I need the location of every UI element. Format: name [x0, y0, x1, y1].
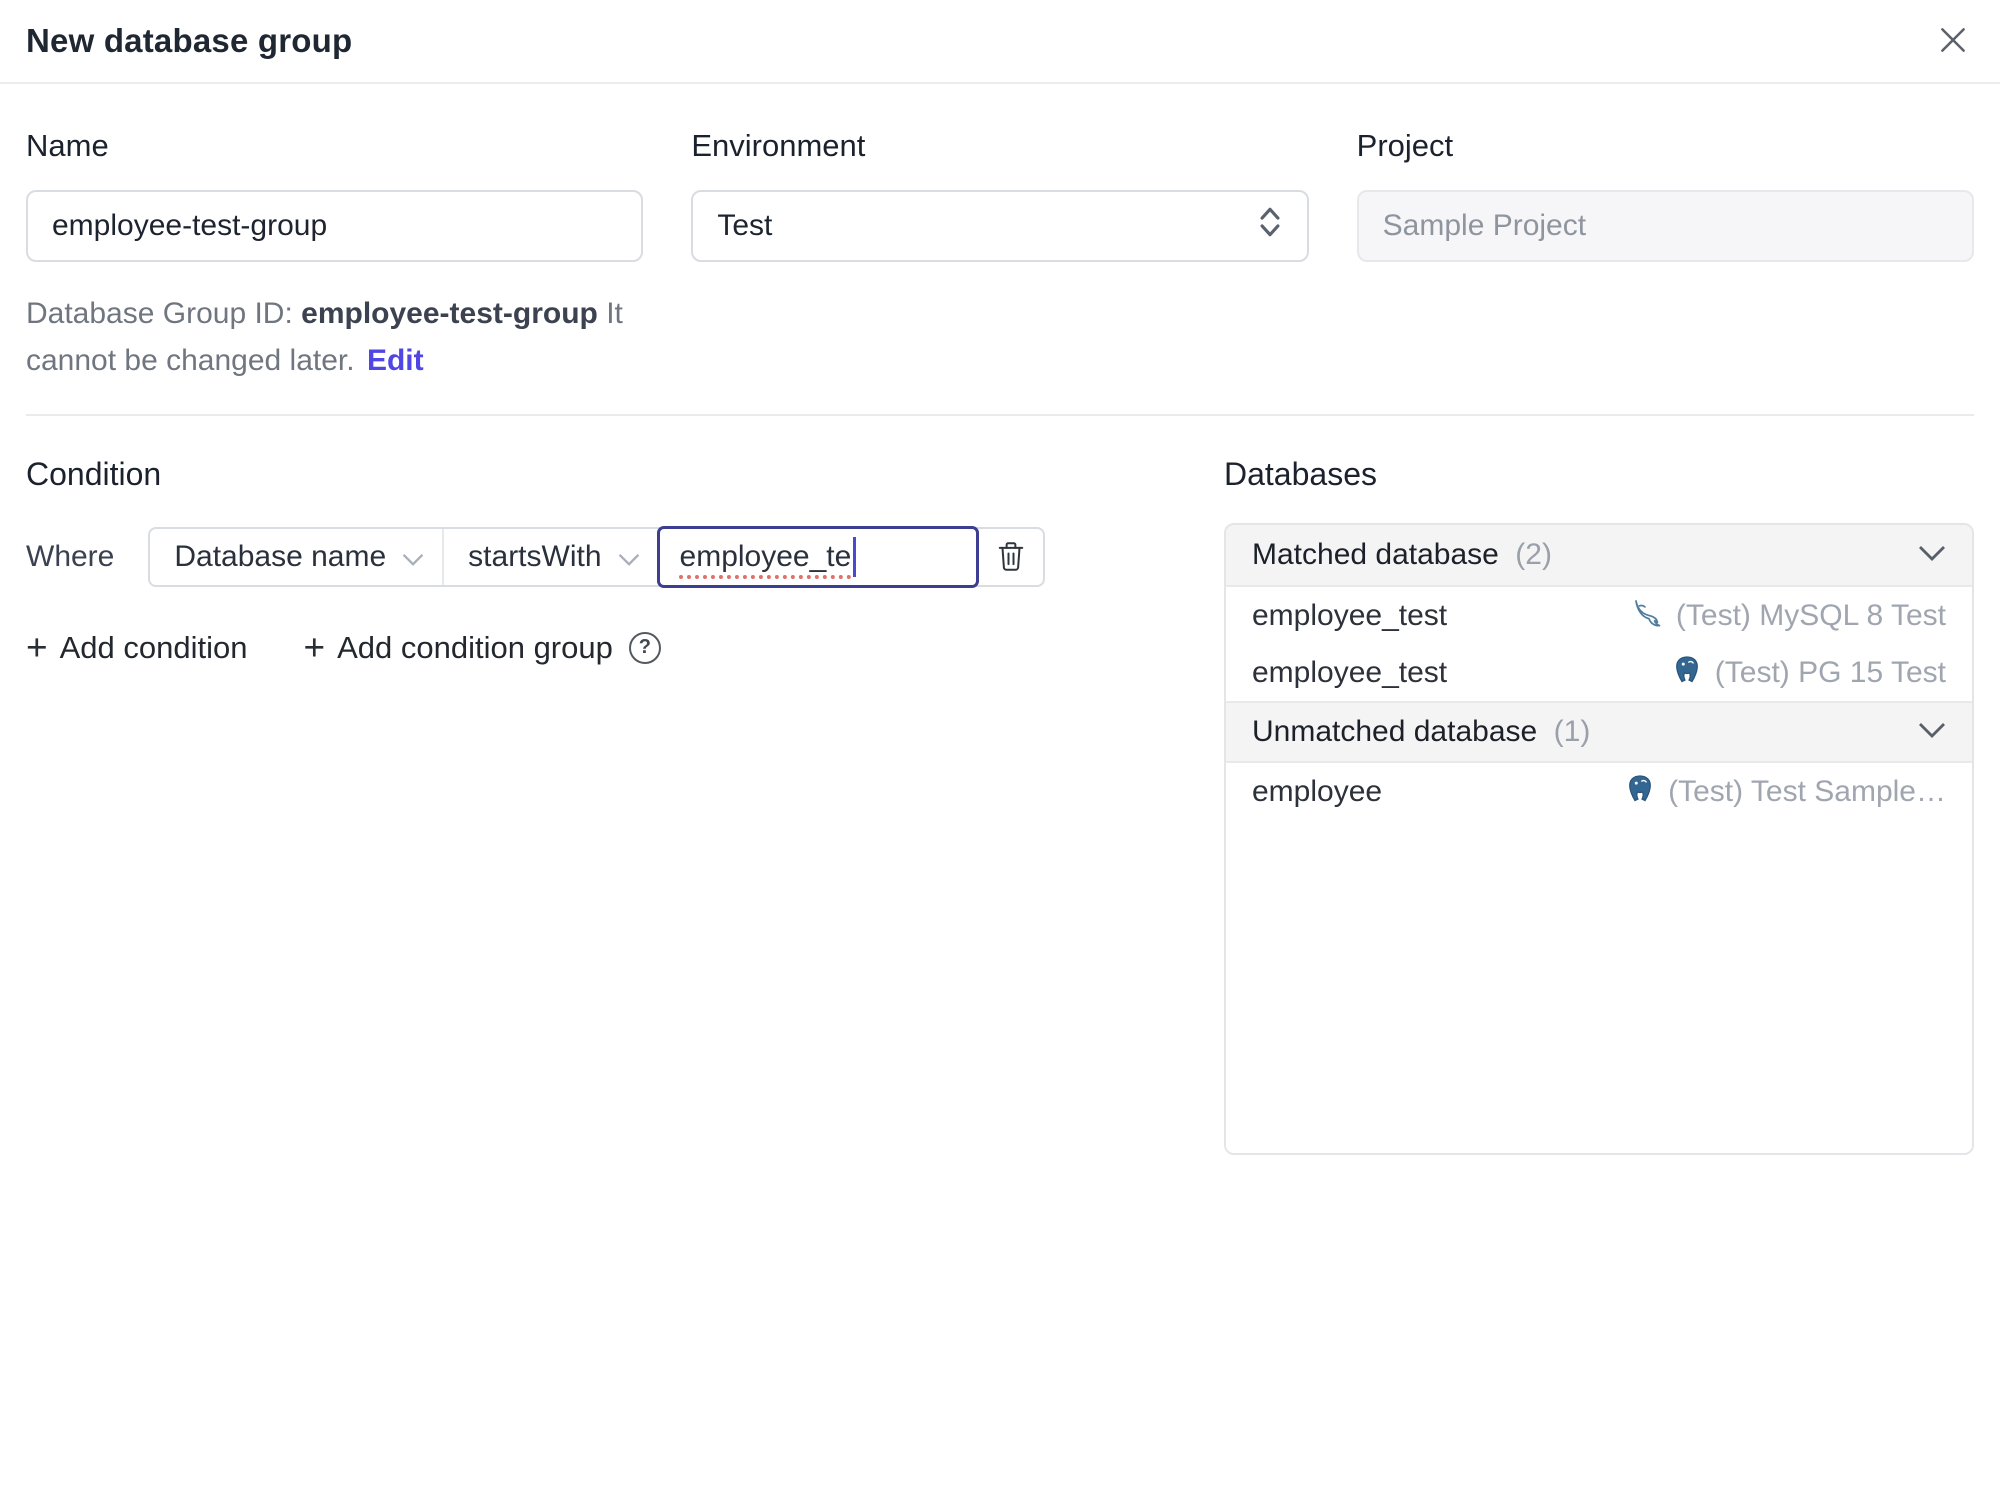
dialog-title: New database group	[26, 22, 353, 59]
matched-database-title: Matched database	[1252, 538, 1499, 571]
name-input[interactable]	[26, 190, 644, 262]
unmatched-database-title: Unmatched database	[1252, 715, 1538, 748]
select-updown-icon	[1257, 203, 1283, 249]
where-label: Where	[26, 540, 115, 573]
add-condition-group-label: Add condition group	[337, 629, 613, 665]
database-name: employee_test	[1252, 598, 1448, 632]
form-row: Name Database Group ID: employee-test-gr…	[0, 84, 2000, 384]
databases-panel: Matched database (2) employee_test (Test…	[1224, 523, 1974, 1155]
condition-value-input[interactable]: employee_te	[656, 526, 979, 588]
name-field-group: Name Database Group ID: employee-test-gr…	[26, 128, 644, 384]
database-name: employee	[1252, 774, 1383, 808]
condition-heading: Condition	[26, 456, 162, 492]
environment-label: Environment	[691, 128, 866, 163]
databases-heading: Databases	[1224, 456, 1377, 492]
operator-dropdown[interactable]: startsWith	[442, 529, 657, 585]
matched-header-text: Matched database (2)	[1252, 538, 1552, 572]
chevron-down-icon	[1918, 545, 1946, 566]
help-icon[interactable]: ?	[628, 631, 661, 664]
project-field-group: Project Sample Project	[1356, 128, 1974, 384]
chevron-down-icon	[402, 540, 424, 574]
main-area: Condition Where Database name startsWith	[0, 456, 2000, 1155]
database-instance: (Test) Test Sample…	[1624, 773, 1946, 810]
matched-database-count: (2)	[1515, 538, 1552, 571]
edit-group-id-link[interactable]: Edit	[367, 344, 424, 377]
factor-value: Database name	[174, 540, 387, 573]
condition-value-text: employee_te	[679, 540, 852, 573]
database-row: employee_test (Test) MySQL 8 Test	[1226, 587, 1972, 644]
unmatched-header-text: Unmatched database (1)	[1252, 715, 1590, 749]
postgres-icon	[1671, 654, 1703, 691]
condition-section: Condition Where Database name startsWith	[26, 456, 1198, 1155]
trash-icon	[996, 539, 1026, 576]
environment-select[interactable]: Test	[691, 190, 1309, 262]
project-value: Sample Project	[1382, 209, 1587, 242]
close-icon	[1936, 23, 1970, 60]
database-instance: (Test) PG 15 Test	[1671, 654, 1946, 691]
project-input: Sample Project	[1356, 190, 1974, 262]
matched-database-header[interactable]: Matched database (2)	[1226, 525, 1972, 587]
condition-row: Where Database name startsWith employee_…	[26, 526, 1198, 588]
environment-selected-value: Test	[717, 209, 773, 242]
section-divider	[26, 414, 1974, 416]
postgres-icon	[1624, 773, 1656, 810]
database-instance: (Test) MySQL 8 Test	[1632, 597, 1946, 634]
plus-icon: +	[303, 627, 326, 668]
hint-group-id: employee-test-group	[301, 297, 598, 330]
project-label: Project	[1356, 128, 1454, 163]
database-name: employee_test	[1252, 655, 1448, 689]
add-condition-group-button[interactable]: + Add condition group	[303, 629, 612, 666]
group-id-hint: Database Group ID: employee-test-group I…	[26, 290, 643, 384]
database-row: employee_test (Test) PG 15 Test	[1226, 644, 1972, 701]
database-instance-label: (Test) Test Sample…	[1668, 774, 1946, 808]
condition-actions: + Add condition + Add condition group ?	[26, 629, 1198, 666]
unmatched-database-header[interactable]: Unmatched database (1)	[1226, 701, 1972, 763]
databases-section: Databases Matched database (2) employee_…	[1224, 456, 1974, 1155]
environment-field-group: Environment Test	[691, 128, 1309, 384]
database-instance-label: (Test) PG 15 Test	[1714, 655, 1946, 689]
database-instance-label: (Test) MySQL 8 Test	[1675, 598, 1946, 632]
operator-value: startsWith	[468, 540, 602, 573]
unmatched-database-count: (1)	[1553, 715, 1591, 748]
dialog-header: New database group	[0, 0, 2000, 84]
add-condition-label: Add condition	[59, 629, 248, 665]
factor-dropdown[interactable]: Database name	[150, 529, 442, 585]
condition-expression-group: Database name startsWith employee_te	[148, 526, 1045, 588]
name-label: Name	[26, 128, 109, 163]
hint-prefix: Database Group ID:	[26, 297, 302, 330]
delete-condition-button[interactable]	[979, 529, 1043, 585]
text-cursor	[853, 537, 857, 577]
panel-empty-space	[1226, 820, 1972, 1153]
close-button[interactable]	[1936, 23, 1970, 60]
chevron-down-icon	[1918, 722, 1946, 743]
plus-icon: +	[26, 627, 48, 668]
name-input-field[interactable]	[52, 209, 618, 243]
database-row: employee (Test) Test Sample…	[1226, 763, 1972, 820]
add-condition-button[interactable]: + Add condition	[26, 629, 247, 666]
mysql-icon	[1632, 597, 1664, 634]
chevron-down-icon	[618, 540, 640, 574]
